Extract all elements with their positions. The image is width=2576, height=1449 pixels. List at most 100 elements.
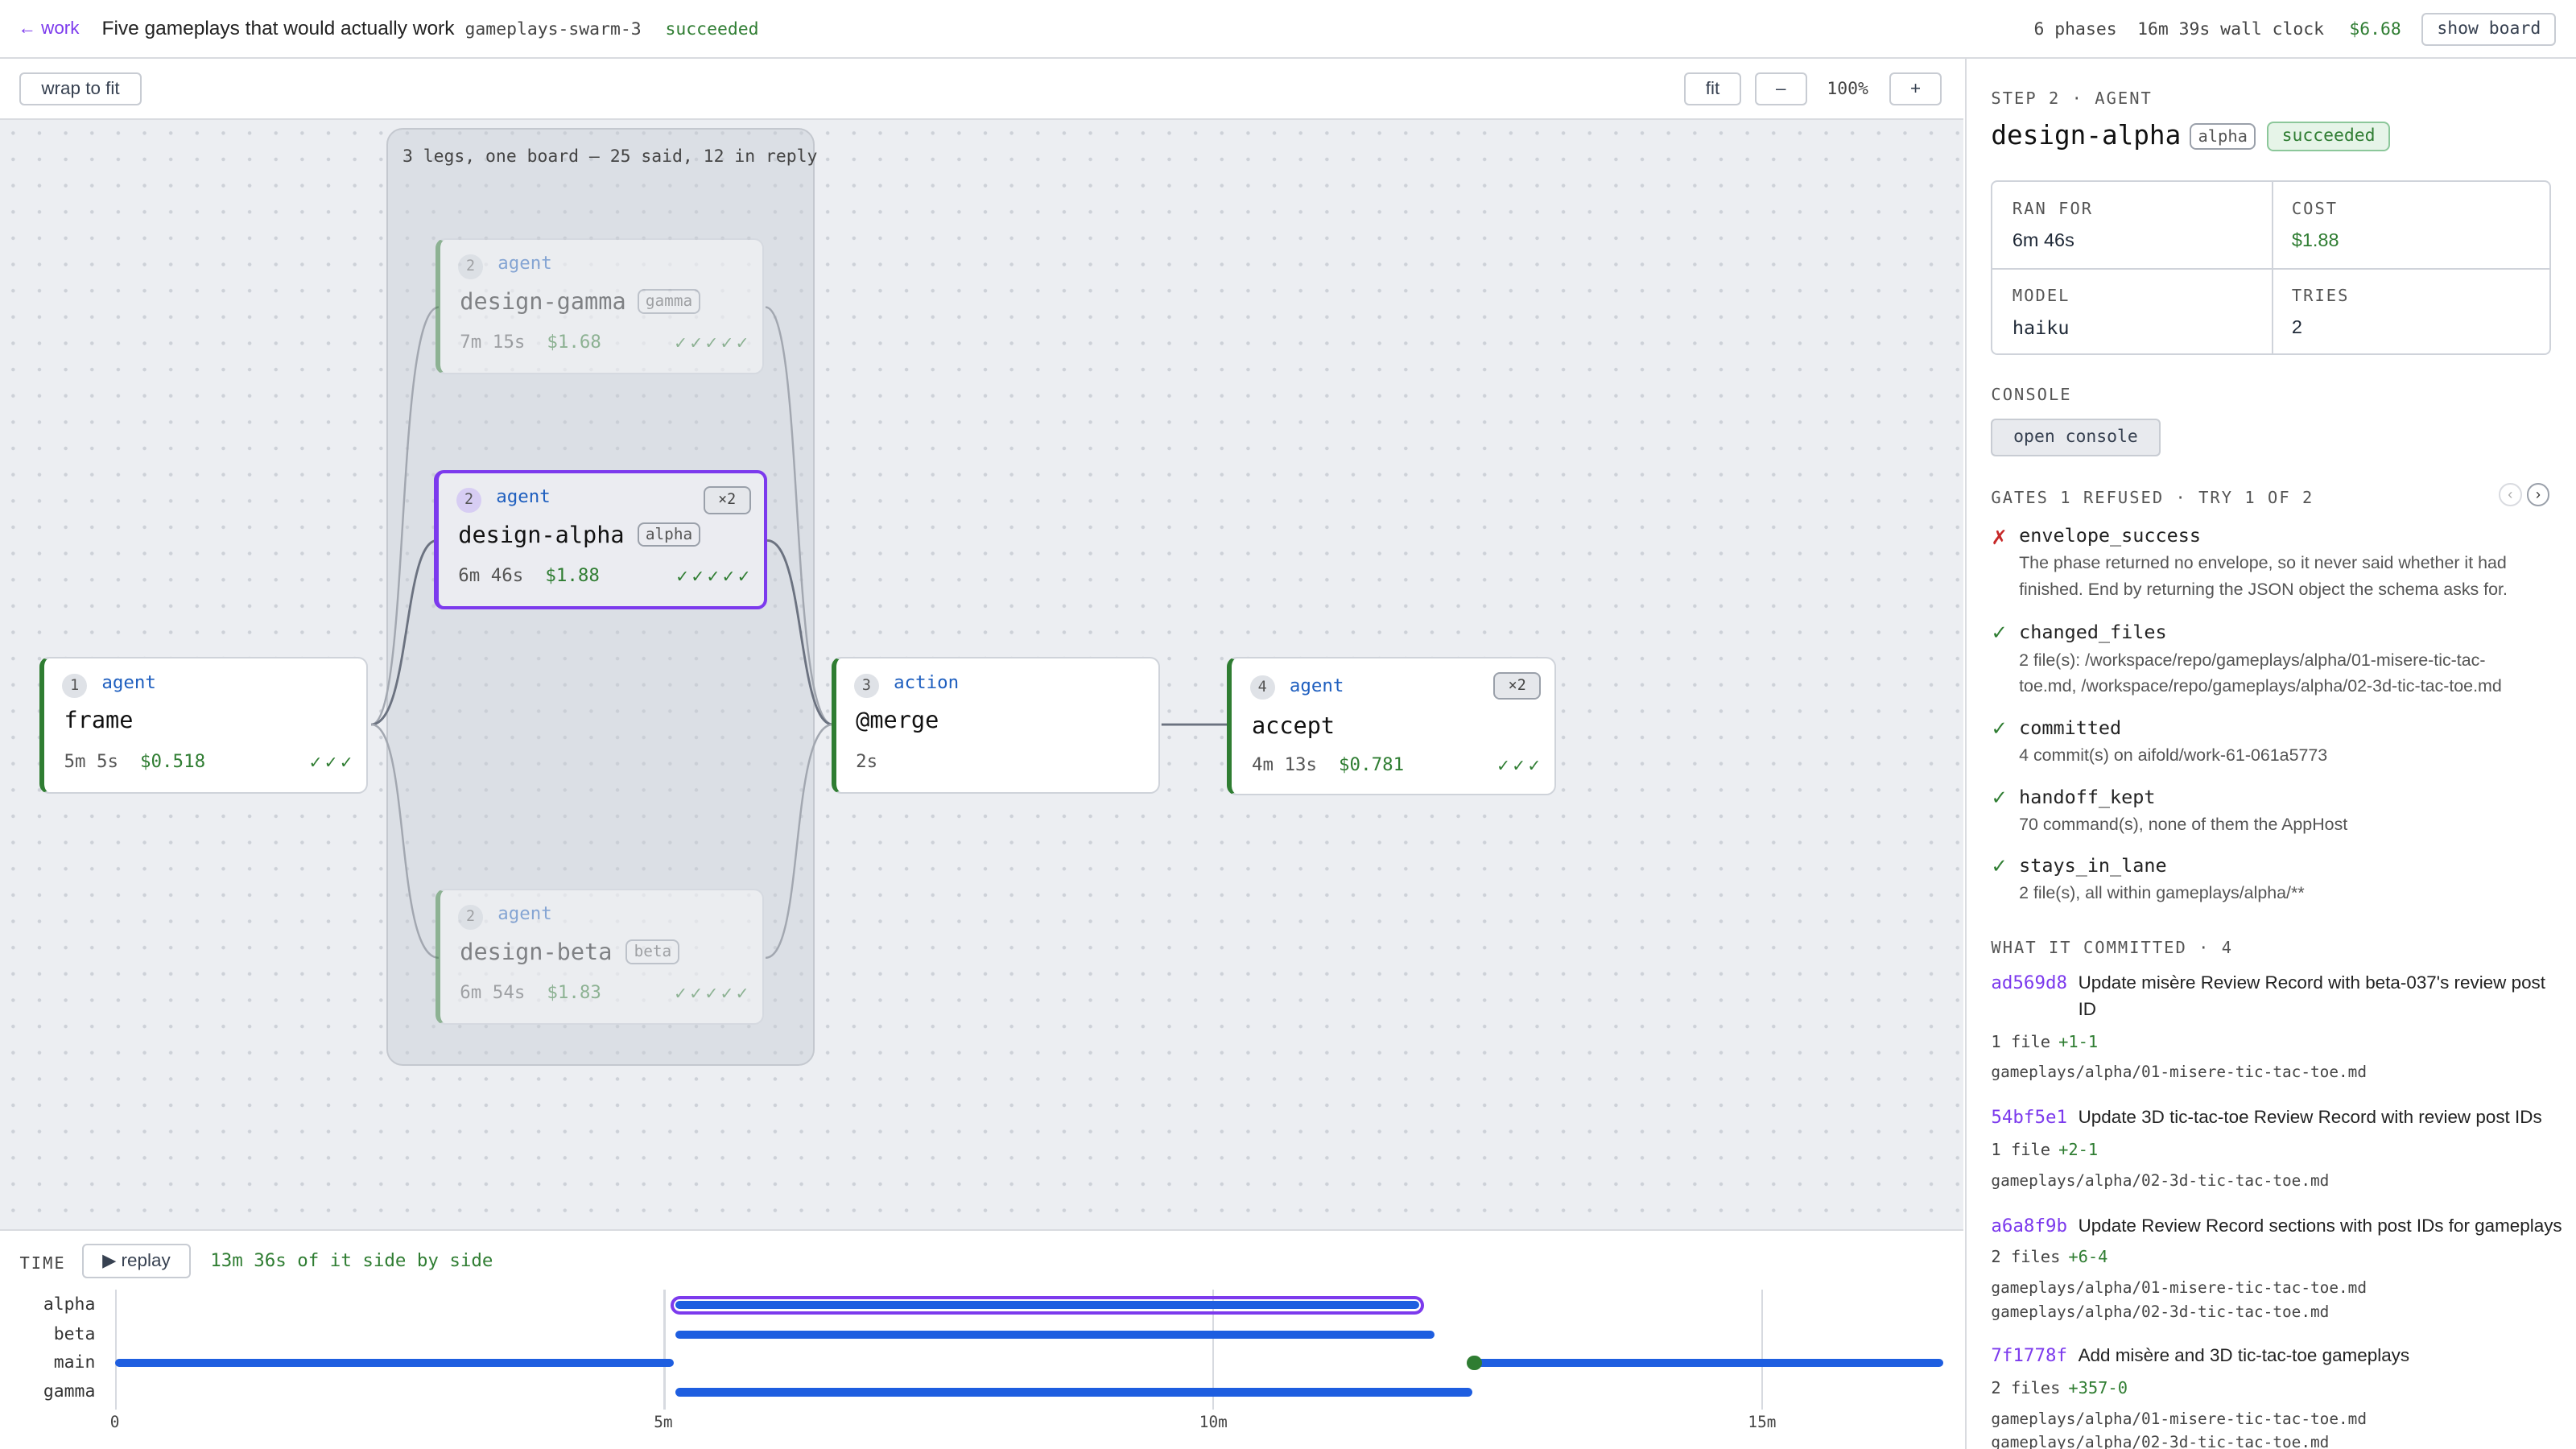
prev-try-button[interactable]: ‹ [2499, 482, 2522, 506]
retry-badge: ×2 [1493, 671, 1542, 700]
run-title: Five gameplays that would actually work [101, 18, 455, 40]
node-design-alpha[interactable]: 2 agent ×2 design-alpha alpha 6m 46s $1.… [433, 469, 768, 610]
tick-15m: 15m [1748, 1413, 1777, 1432]
stat-label: TRIES [2291, 286, 2350, 306]
gate-pass-mark: ✓ [1991, 786, 2008, 809]
commit-diff: +357-0 [2068, 1378, 2128, 1398]
node-time: 6m 54s [460, 982, 526, 1004]
check-marks: ✓✓✓ [308, 753, 355, 772]
gate-name: handoff_kept [2019, 785, 2156, 808]
merge-marker[interactable] [1467, 1355, 1482, 1370]
commit-message: Update misère Review Record with beta-03… [2078, 972, 2546, 993]
timeline-label: TIME [19, 1253, 66, 1274]
node-cost: $0.781 [1339, 753, 1405, 775]
commit-sha[interactable]: 54bf5e1 [1991, 1107, 2067, 1128]
next-try-button[interactable]: › [2526, 482, 2550, 506]
commit-files: 2 files [1991, 1246, 2061, 1266]
replay-button[interactable]: ▶ replay [82, 1243, 191, 1278]
timeline-bar-gamma[interactable] [675, 1388, 1472, 1397]
zoom-out-button[interactable]: – [1754, 72, 1807, 105]
commit-path: gameplays/alpha/01-misere-tic-tac-toe.md [1991, 1278, 2367, 1297]
commit-files: 1 file [1991, 1031, 2051, 1051]
commit-sha[interactable]: ad569d8 [1991, 972, 2067, 993]
commits-caption: WHAT IT COMMITTED · 4 [1991, 938, 2234, 958]
gate-pass-mark: ✓ [1991, 622, 2008, 645]
node-time: 2s [856, 750, 878, 772]
open-console-button[interactable]: open console [1991, 419, 2161, 457]
zoom-in-button[interactable]: + [1889, 72, 1942, 105]
gate-committed: ✓ committed 4 commit(s) on aifold/work-6… [1991, 716, 2557, 769]
check-marks: ✓✓✓✓✓ [674, 335, 751, 353]
node-cost: $1.83 [547, 982, 601, 1004]
wall-clock: 16m 39s wall clock [2137, 19, 2325, 40]
timeline-bar-beta[interactable] [675, 1331, 1435, 1340]
timeline-summary: 13m 36s of it side by side [210, 1250, 493, 1271]
fit-button[interactable]: fit [1683, 72, 1742, 105]
console-caption: CONSOLE [1991, 384, 2072, 404]
stat-label: COST [2291, 198, 2339, 218]
axis-line-15m [1761, 1289, 1763, 1410]
node-name: accept [1251, 711, 1335, 739]
phase-count: 6 phases [2033, 19, 2117, 40]
edge-frame-beta [371, 723, 440, 960]
edge-frame-gamma [370, 306, 440, 726]
commit-files: 1 file [1991, 1140, 2051, 1160]
stat-cost: COST $1.88 [2272, 182, 2551, 269]
node-time: 6m 46s [458, 564, 524, 586]
node-meta: 4m 13s $0.781 [1252, 754, 1404, 775]
node-tag: alpha [637, 522, 701, 547]
lane-label-beta: beta [53, 1323, 96, 1344]
node-meta: 6m 46s $1.88 [458, 565, 600, 586]
timeline-bar-main-frame[interactable] [114, 1358, 674, 1367]
node-accept[interactable]: 4 agent ×2 accept 4m 13s $0.781 ✓✓✓ [1227, 657, 1556, 795]
tick-10m: 10m [1199, 1413, 1228, 1432]
back-link[interactable]: ← work [18, 18, 79, 39]
commit-path: gameplays/alpha/02-3d-tic-tac-toe.md [1991, 1302, 2330, 1322]
timeline-bar-main-accept[interactable] [1473, 1358, 1944, 1367]
commit-message: Update 3D tic-tac-toe Review Record with… [2078, 1107, 2542, 1128]
gate-refused-mark: ✗ [1991, 527, 2008, 550]
commit-sha[interactable]: 7f1778f [1991, 1345, 2067, 1366]
node-design-beta[interactable]: 2 agent design-beta beta 6m 54s $1.83 ✓✓… [435, 889, 764, 1026]
commit-path: gameplays/alpha/02-3d-tic-tac-toe.md [1991, 1171, 2330, 1191]
stat-tries: TRIES 2 [2272, 270, 2551, 357]
node-time: 4m 13s [1251, 753, 1318, 775]
gate-desc-line: 2 file(s), all within gameplays/alpha/** [2019, 883, 2305, 903]
wrap-to-fit-button[interactable]: wrap to fit [19, 72, 142, 105]
tick-5m: 5m [654, 1413, 673, 1432]
node-design-gamma[interactable]: 2 agent design-gamma gamma 7m 15s $1.68 … [435, 237, 764, 375]
node-name: design-alpha [458, 520, 625, 548]
commit-sha[interactable]: a6a8f9b [1991, 1216, 2067, 1236]
graph-canvas[interactable]: 3 legs, one board — 25 said, 12 in reply… [0, 119, 1963, 1229]
node-time: 5m 5s [64, 750, 118, 772]
lane-label-main: main [53, 1352, 96, 1373]
gate-pass-mark: ✓ [1991, 717, 2008, 740]
commit-diff: +6-4 [2068, 1246, 2108, 1266]
node-kind: agent [1289, 675, 1344, 696]
timeline-bar-alpha[interactable] [675, 1301, 1420, 1310]
stat-value: haiku [2012, 316, 2070, 340]
step-number: 4 [1249, 675, 1275, 700]
commit-message: Add misère and 3D tic-tac-toe gameplays [2078, 1345, 2410, 1366]
gate-name: stays_in_lane [2019, 854, 2167, 877]
total-cost: $6.68 [2349, 19, 2401, 40]
axis-line-0 [114, 1289, 117, 1410]
step-number: 1 [62, 673, 88, 699]
edge-gamma-merge [765, 306, 833, 726]
panel-status-badge: succeeded [2267, 122, 2390, 151]
canvas-toolbar: wrap to fit fit – 100% + [0, 59, 1963, 120]
step-number: 3 [854, 673, 879, 699]
stat-value: $1.88 [2291, 229, 2339, 251]
show-board-button[interactable]: show board [2421, 13, 2557, 47]
node-name: design-beta [460, 938, 613, 966]
node-meta: 7m 15s $1.68 [460, 332, 601, 353]
node-name: design-gamma [460, 287, 626, 316]
node-tag: beta [625, 939, 680, 964]
node-frame[interactable]: 1 agent frame 5m 5s $0.518 ✓✓✓ [39, 657, 369, 794]
node-kind: action [894, 671, 960, 693]
node-merge[interactable]: 3 action @merge 2s [831, 657, 1160, 794]
step-caption: STEP 2 · AGENT [1991, 89, 2153, 109]
node-kind: agent [101, 671, 156, 693]
node-tag: gamma [637, 289, 701, 314]
gate-name: changed_files [2019, 621, 2167, 644]
